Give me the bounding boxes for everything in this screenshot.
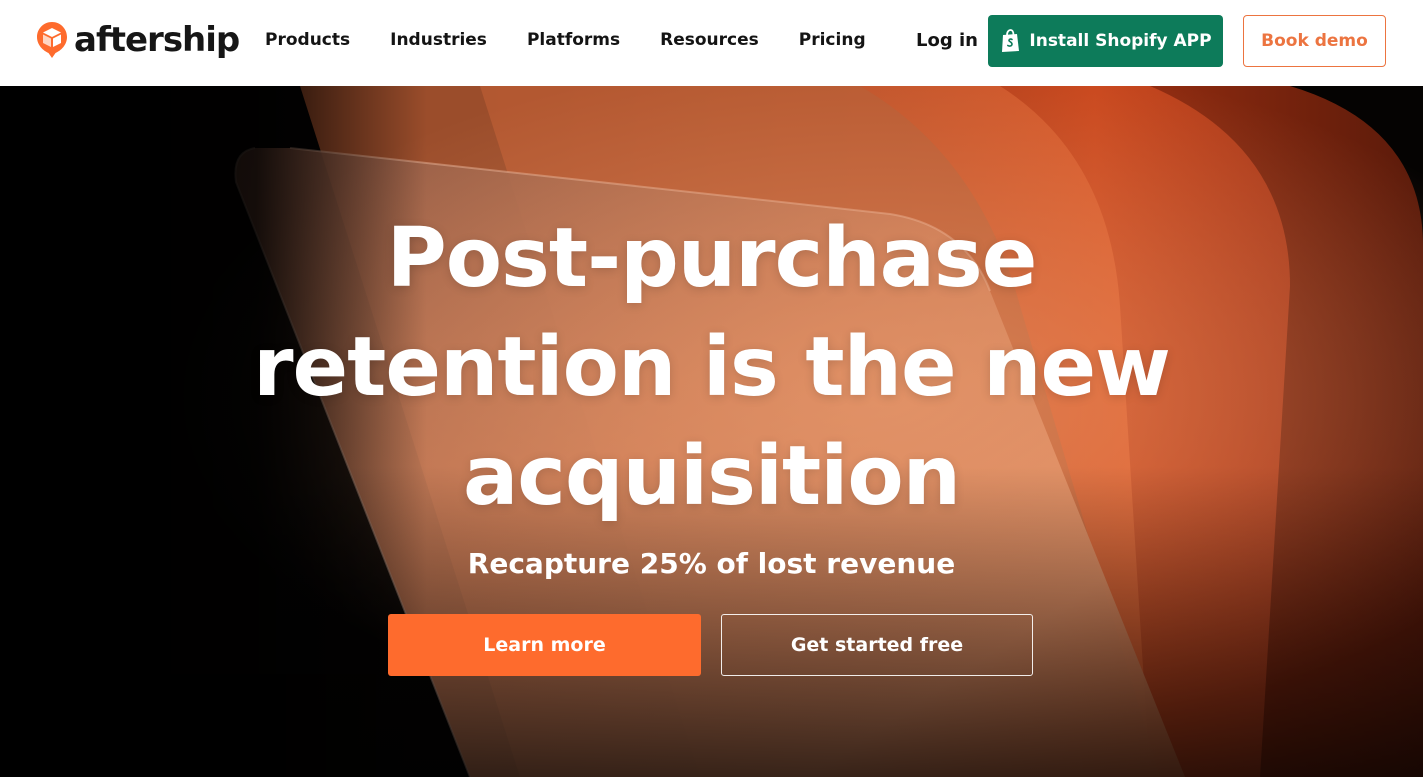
aftership-logo[interactable]: aftership	[36, 20, 240, 60]
hero-subheadline: Recapture 25% of lost revenue	[467, 547, 956, 580]
top-navigation: aftership Products Industries Platforms …	[0, 0, 1423, 86]
aftership-logo-icon	[37, 22, 67, 58]
book-demo-button[interactable]: Book demo	[1243, 15, 1386, 67]
book-demo-label: Book demo	[1261, 31, 1368, 51]
hero-section: Post-purchase retention is the new acqui…	[0, 86, 1423, 777]
hero-headline: Post-purchase retention is the new acqui…	[253, 211, 1171, 524]
install-shopify-app-label: Install Shopify APP	[1029, 31, 1212, 51]
get-started-free-button[interactable]: Get started free	[721, 614, 1033, 676]
learn-more-button[interactable]: Learn more	[388, 614, 701, 676]
nav-industries[interactable]: Industries	[390, 27, 487, 53]
get-started-free-label: Get started free	[790, 634, 964, 656]
install-shopify-app-button[interactable]: Install Shopify APP	[988, 15, 1223, 67]
login-link[interactable]: Log in	[916, 28, 978, 54]
shopify-bag-icon	[1002, 29, 1020, 52]
nav-products[interactable]: Products	[265, 27, 350, 53]
main-menu: Products Industries Platforms Resources …	[265, 27, 906, 53]
nav-pricing[interactable]: Pricing	[799, 27, 866, 53]
nav-resources[interactable]: Resources	[660, 27, 759, 53]
nav-platforms[interactable]: Platforms	[527, 27, 620, 53]
brand-name: aftership	[74, 20, 240, 60]
learn-more-label: Learn more	[483, 634, 606, 656]
